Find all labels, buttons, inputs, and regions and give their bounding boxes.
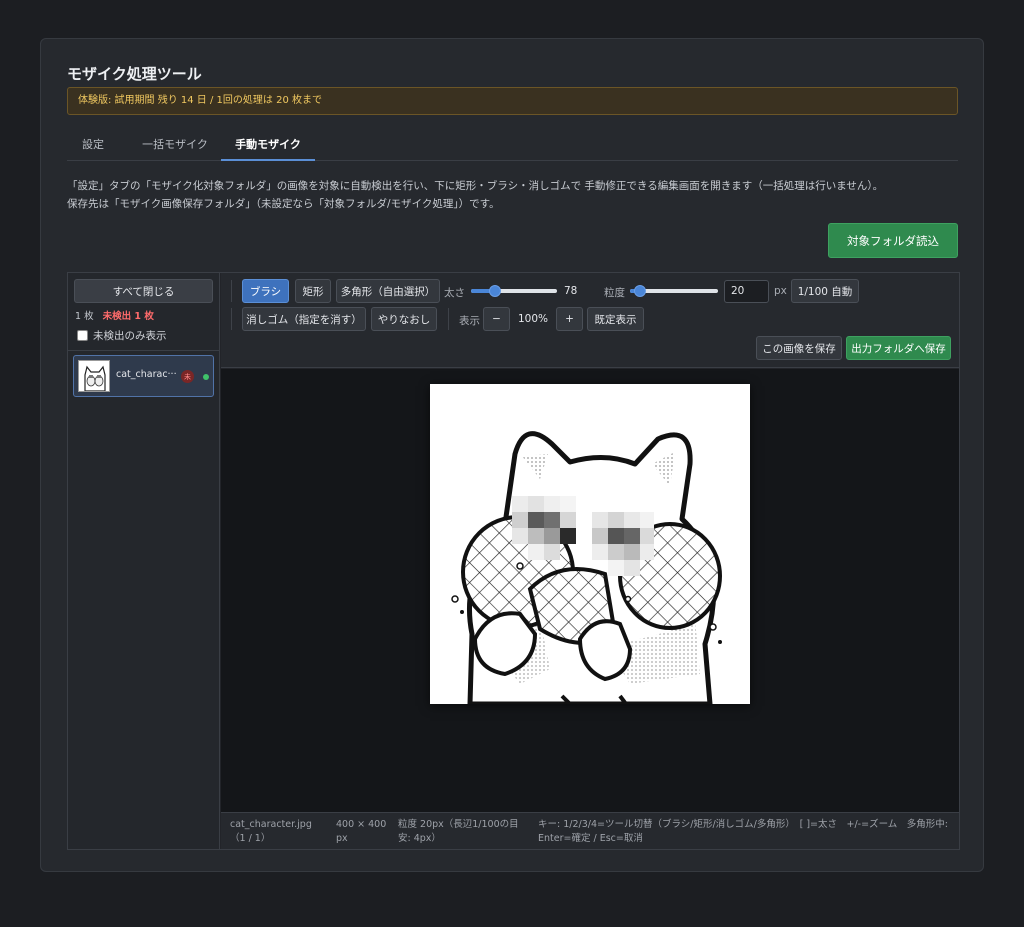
main-panel: モザイク処理ツール 体験版: 試用期間 残り 14 日 / 1回の処理は 20 …	[40, 38, 984, 872]
undetected-filter-label: 未検出のみ表示	[93, 330, 167, 342]
status-grain: 粒度 20px（長辺1/100の目安: 4px）	[398, 819, 519, 844]
close-all-button[interactable]: すべて閉じる	[74, 279, 213, 303]
tab-manual-mosaic[interactable]: 手動モザイク	[221, 131, 315, 161]
zoom-in-button[interactable]: +	[556, 307, 583, 331]
grain-slider[interactable]	[630, 284, 718, 298]
size-slider[interactable]	[471, 284, 557, 298]
toolbar-separator	[231, 280, 232, 302]
grain-input[interactable]: 20	[724, 280, 769, 303]
rect-tool-button[interactable]: 矩形	[295, 279, 331, 303]
sidebar-divider	[68, 350, 219, 351]
trial-notice: 体験版: 試用期間 残り 14 日 / 1回の処理は 20 枚まで	[67, 87, 958, 115]
file-count: 1 枚	[75, 311, 94, 322]
editor-workspace: すべて閉じる 1 枚 未検出 1 枚 未検出のみ表示 cat_charac···…	[67, 272, 960, 850]
size-label: 太さ	[444, 287, 465, 299]
view-label: 表示	[459, 315, 480, 327]
zoom-out-button[interactable]: −	[483, 307, 510, 331]
file-sidebar: すべて閉じる 1 枚 未検出 1 枚 未検出のみ表示 cat_charac···…	[68, 273, 220, 849]
cat-illustration	[451, 431, 722, 704]
toolbar-separator	[448, 308, 449, 330]
status-bar: cat_character.jpg（1 / 1） 400 × 400 px 粒度…	[221, 812, 959, 849]
grain-slider-handle[interactable]	[633, 285, 646, 297]
edited-image[interactable]	[430, 384, 750, 704]
size-slider-handle[interactable]	[489, 285, 502, 297]
grain-label: 粒度	[604, 287, 625, 299]
save-image-button[interactable]: この画像を保存	[756, 336, 842, 360]
undetected-filter-checkbox[interactable]	[77, 330, 88, 341]
undetected-count: 未検出 1 枚	[102, 311, 154, 322]
redo-button[interactable]: やりなおし	[371, 307, 437, 331]
load-folder-button[interactable]: 対象フォルダ読込	[828, 223, 958, 258]
size-value: 78	[564, 285, 578, 297]
tab-bar: 設定 一括モザイク 手動モザイク	[67, 131, 958, 161]
cat-thumbnail-icon	[78, 360, 110, 392]
tab-settings[interactable]: 設定	[67, 131, 119, 161]
zoom-level: 100%	[518, 313, 549, 325]
brush-tool-button[interactable]: ブラシ	[242, 279, 289, 303]
file-counts: 1 枚 未検出 1 枚	[75, 308, 154, 322]
toolbar-separator	[231, 308, 232, 330]
status-image-size: 400 × 400 px	[336, 819, 387, 844]
reset-view-button[interactable]: 既定表示	[587, 307, 644, 331]
status-keys: キー: 1/2/3/4=ツール切替（ブラシ/矩形/消しゴム/多角形） [ ]=太…	[538, 819, 948, 844]
file-name: cat_charac···	[116, 369, 177, 380]
polygon-tool-button[interactable]: 多角形（自由選択）	[336, 279, 440, 303]
undetected-filter[interactable]: 未検出のみ表示	[77, 328, 167, 343]
description-line-1: 「設定」タブの「モザイク化対象フォルダ」の画像を対象に自動検出を行い、下に矩形・…	[67, 180, 884, 192]
status-file: cat_character.jpg（1 / 1）	[230, 819, 312, 844]
description: 「設定」タブの「モザイク化対象フォルダ」の画像を対象に自動検出を行い、下に矩形・…	[67, 177, 958, 213]
auto-grain-button[interactable]: 1/100 自動	[791, 279, 859, 303]
description-line-2: 保存先は「モザイク画像保存フォルダ」（未設定なら「対象フォルダ/モザイク処理」）…	[67, 198, 500, 210]
app-title: モザイク処理ツール	[67, 65, 202, 83]
undetected-badge-icon: 未	[181, 370, 194, 383]
status-dot-icon	[203, 374, 209, 380]
image-canvas[interactable]	[221, 369, 959, 812]
grain-unit: px	[774, 285, 787, 297]
tab-batch-mosaic[interactable]: 一括モザイク	[127, 131, 223, 161]
editor-toolbar: ブラシ 矩形 多角形（自由選択） 太さ 78 粒度 20 px 1/100 自動…	[221, 273, 959, 368]
save-to-output-button[interactable]: 出力フォルダへ保存	[846, 336, 951, 360]
eraser-tool-button[interactable]: 消しゴム（指定を消す）	[242, 307, 366, 331]
file-list-item[interactable]: cat_charac··· 未	[73, 355, 214, 397]
